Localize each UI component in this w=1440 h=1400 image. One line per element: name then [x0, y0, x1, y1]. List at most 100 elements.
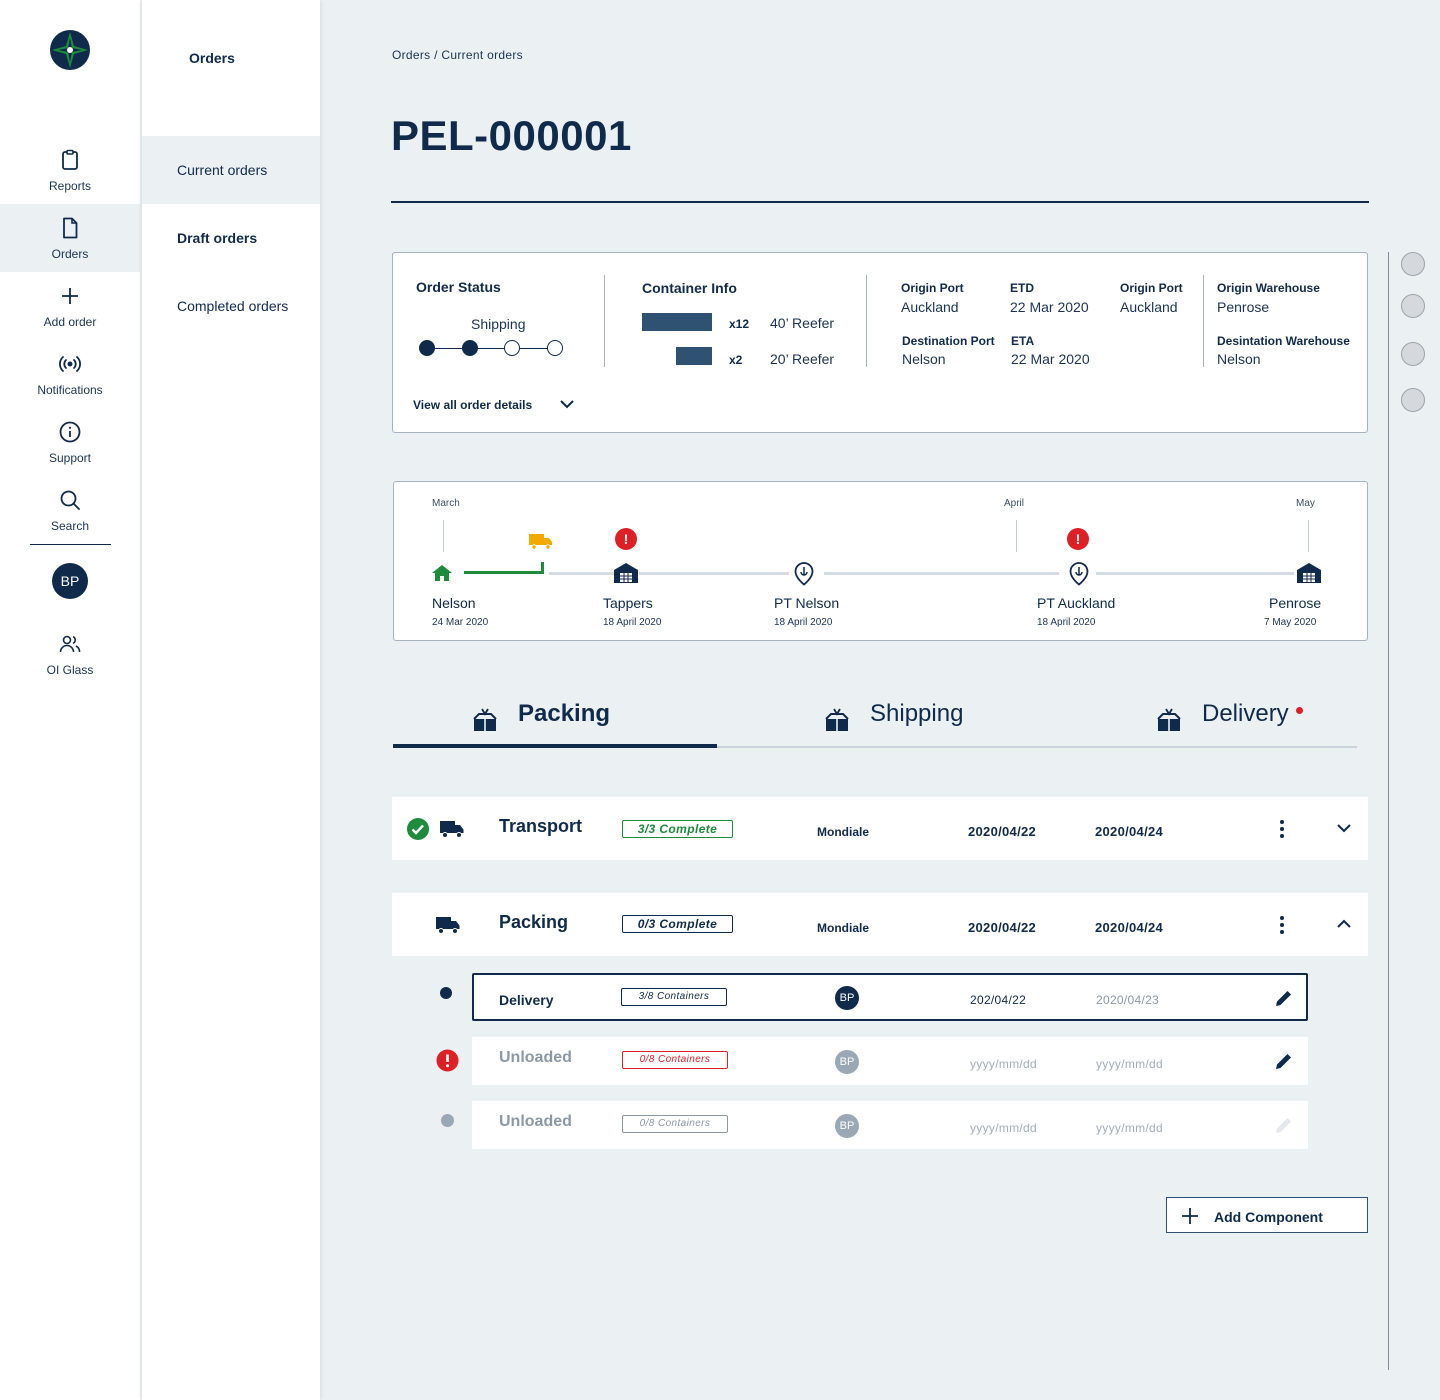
component-row-transport[interactable]: Transport 3/3 Complete Mondiale 2020/04/… — [392, 797, 1368, 860]
edit-pencil-icon[interactable] — [1274, 1051, 1294, 1071]
subnav-item-completed-orders[interactable]: Completed orders — [142, 272, 320, 340]
containers-badge: 0/8 Containers — [622, 1051, 728, 1069]
component-title: Transport — [499, 816, 583, 836]
check-circle-icon — [407, 818, 429, 840]
assignee-avatar[interactable]: BP — [835, 1050, 859, 1074]
rail-item-organisation[interactable]: OI Glass — [0, 620, 140, 688]
tab-delivery[interactable]: Delivery — [1202, 700, 1289, 728]
users-icon — [59, 635, 81, 653]
section-nav-dot[interactable] — [1401, 252, 1425, 276]
timeline-stop-name: Tappers — [603, 595, 653, 611]
subtask-row[interactable]: Delivery 3/8 Containers BP 202/04/22 202… — [472, 973, 1308, 1021]
start-date: 2020/04/22 — [968, 920, 1037, 935]
package-icon — [825, 708, 849, 731]
container-type: 40’ Reefer — [770, 315, 835, 331]
timeline-tick — [1308, 520, 1309, 552]
view-order-details-link[interactable]: View all order details — [413, 398, 532, 412]
rail-item-reports[interactable]: Reports — [0, 136, 140, 204]
page-title: PEL-000001 — [391, 112, 632, 159]
rail-item-notifications[interactable]: Notifications — [0, 340, 140, 408]
title-divider — [391, 201, 1369, 203]
section-nav-dot[interactable] — [1401, 294, 1425, 318]
rail-item-add-order[interactable]: Add order — [0, 272, 140, 340]
completion-badge: 0/3 Complete — [622, 915, 733, 933]
compass-logo-icon[interactable] — [48, 28, 92, 72]
timeline-month: May — [1296, 498, 1315, 509]
subnav-item-draft-orders[interactable]: Draft orders — [142, 204, 320, 272]
end-date[interactable]: yyyy/mm/dd — [1096, 1121, 1163, 1135]
timeline-stop-name: Penrose — [1269, 595, 1322, 611]
info-icon — [59, 421, 81, 443]
rail-item-search[interactable]: Search — [0, 476, 140, 544]
end-date: 2020/04/24 — [1095, 920, 1164, 935]
container-20-bar — [676, 347, 712, 365]
completion-badge: 3/3 Complete — [622, 820, 733, 838]
subtask-row[interactable]: Unloaded 0/8 Containers BP yyyy/mm/dd yy… — [472, 1037, 1308, 1085]
card-divider — [604, 275, 605, 367]
eta-value: 22 Mar 2020 — [1011, 351, 1090, 367]
timeline-stop-name: Nelson — [432, 595, 476, 611]
tab-shipping[interactable]: Shipping — [870, 700, 963, 728]
start-date[interactable]: 202/04/22 — [970, 993, 1026, 1007]
subnav-item-current-orders[interactable]: Current orders — [142, 136, 320, 204]
card-divider — [866, 275, 867, 367]
origin-warehouse-value: Penrose — [1217, 299, 1270, 315]
end-date: 2020/04/24 — [1095, 824, 1164, 839]
rail-item-support[interactable]: Support — [0, 408, 140, 476]
chevron-up-icon[interactable] — [1336, 918, 1352, 930]
chevron-down-icon[interactable] — [1336, 822, 1352, 834]
add-component-button[interactable]: Add Component — [1166, 1197, 1368, 1233]
containers-badge: 3/8 Containers — [621, 988, 727, 1006]
port-pin-icon[interactable] — [793, 562, 815, 586]
search-icon — [60, 490, 80, 510]
home-icon[interactable] — [431, 564, 453, 582]
rail-label-organisation: OI Glass — [46, 663, 94, 677]
origin-warehouse-label: Origin Warehouse — [1217, 281, 1320, 295]
chevron-down-icon[interactable] — [559, 398, 575, 410]
plus-icon — [62, 288, 78, 304]
tab-packing[interactable]: Packing — [518, 700, 610, 728]
start-date[interactable]: yyyy/mm/dd — [970, 1121, 1037, 1135]
destination-port-label: Destination Port — [902, 334, 995, 348]
warehouse-icon[interactable] — [1296, 562, 1322, 584]
component-row-packing[interactable]: Packing 0/3 Complete Mondiale 2020/04/22… — [392, 893, 1368, 956]
etd-value: 22 Mar 2020 — [1010, 299, 1089, 315]
document-icon — [63, 217, 78, 239]
rail-item-orders[interactable]: Orders — [0, 204, 140, 272]
warehouse-icon[interactable] — [613, 562, 639, 584]
section-nav-dot[interactable] — [1401, 342, 1425, 366]
timeline-stop-date: 18 April 2020 — [603, 617, 662, 628]
start-date: 2020/04/22 — [968, 824, 1037, 839]
truck-icon — [436, 917, 460, 934]
end-date[interactable]: yyyy/mm/dd — [1096, 1057, 1163, 1071]
more-vertical-icon[interactable] — [1278, 818, 1286, 840]
start-date[interactable]: yyyy/mm/dd — [970, 1057, 1037, 1071]
subnav-title: Orders — [189, 50, 235, 66]
alert-icon[interactable]: ! — [615, 528, 637, 550]
section-scroll-track — [1388, 252, 1389, 1370]
subtask-row[interactable]: Unloaded 0/8 Containers BP yyyy/mm/dd yy… — [472, 1101, 1308, 1149]
assignee-avatar[interactable]: BP — [835, 1114, 859, 1138]
end-date[interactable]: 2020/04/23 — [1096, 993, 1159, 1007]
origin-port-value: Auckland — [901, 299, 959, 315]
port-pin-icon[interactable] — [1068, 562, 1090, 586]
route-timeline-card: March April May ! ! Nelson 24 Mar 2020 T… — [393, 481, 1368, 641]
timeline-tick — [443, 520, 444, 552]
edit-pencil-icon[interactable] — [1274, 988, 1294, 1008]
order-status-value: Shipping — [471, 316, 526, 332]
user-avatar[interactable]: BP — [52, 563, 88, 599]
container-qty: x2 — [729, 353, 743, 367]
alert-icon[interactable]: ! — [1067, 528, 1089, 550]
status-step-dot — [547, 340, 563, 356]
component-title: Packing — [499, 912, 569, 932]
more-vertical-icon[interactable] — [1278, 914, 1286, 936]
section-nav-dot[interactable] — [1401, 388, 1425, 412]
breadcrumb[interactable]: Orders / Current orders — [392, 48, 523, 62]
alert-icon — [436, 1049, 459, 1072]
destination-port-value: Nelson — [902, 351, 946, 367]
order-info-card: Order Status Shipping View all order det… — [392, 252, 1368, 433]
rail-label-add-order: Add order — [43, 315, 97, 329]
assignee-avatar[interactable]: BP — [835, 986, 859, 1010]
truck-icon — [440, 821, 464, 838]
timeline-stop-date: 18 April 2020 — [1037, 617, 1096, 628]
